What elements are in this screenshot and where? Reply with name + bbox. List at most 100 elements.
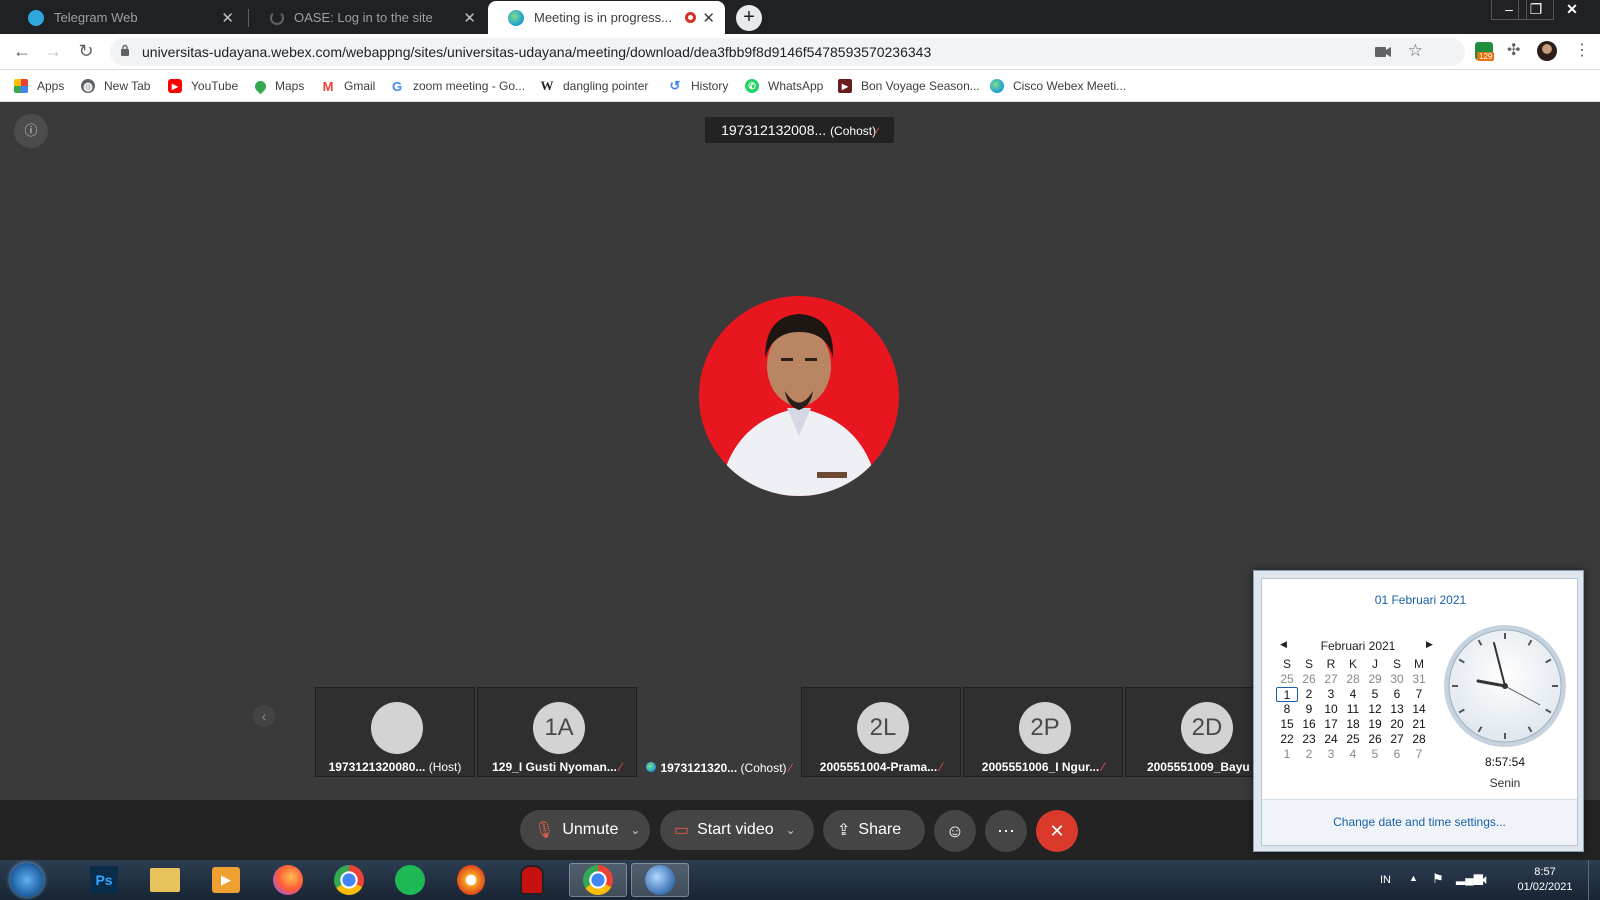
bookmark-whatsapp[interactable]: ✆ WhatsApp — [745, 70, 823, 102]
bookmark-cisco-webex[interactable]: Cisco Webex Meeti... — [990, 70, 1126, 102]
next-month-icon[interactable]: ▶ — [1426, 639, 1433, 650]
tab-telegram[interactable]: Telegram Web ✕ — [8, 1, 244, 34]
close-icon[interactable]: ✕ — [463, 9, 476, 27]
bookmark-bon-voyage[interactable]: ▶ Bon Voyage Season... — [838, 70, 980, 102]
bookmark-zoom-meeting[interactable]: Gzoom meeting - Go... — [390, 70, 525, 102]
share-button[interactable]: ⇪ Share — [823, 810, 925, 850]
among-us-icon[interactable] — [505, 863, 559, 897]
profile-avatar[interactable] — [1537, 41, 1557, 61]
participant-tile[interactable]: 1973121320... (Cohost) ⁄ — [639, 687, 799, 777]
forward-button[interactable]: → — [42, 41, 64, 62]
volume-icon[interactable]: 🔈︎ — [1482, 871, 1490, 900]
speaker-role: (Cohost) — [830, 124, 877, 138]
reactions-button[interactable]: ☺ — [934, 810, 976, 852]
gmail-icon: M — [322, 78, 334, 94]
bookmark-star-icon[interactable]: ☆ — [1408, 41, 1423, 61]
wikipedia-icon: W — [540, 78, 554, 93]
windows-start-icon[interactable] — [0, 863, 54, 897]
month-label[interactable]: Februari 2021 — [1278, 639, 1438, 653]
recording-icon — [685, 12, 697, 23]
address-bar[interactable]: universitas-udayana.webex.com/webappng/s… — [110, 38, 1465, 66]
clock-day: Senin — [1489, 776, 1521, 790]
bookmark-maps[interactable]: Maps — [252, 70, 305, 102]
share-icon: ⇪ — [837, 822, 851, 839]
spotify-icon[interactable] — [383, 863, 437, 897]
bookmark-new-tab[interactable]: ◍ New Tab — [81, 70, 150, 102]
tab-oase[interactable]: OASE: Log in to the site ✕ — [250, 1, 486, 34]
show-desktop-button[interactable] — [1588, 860, 1600, 900]
bookmark-apps[interactable]: Apps — [14, 70, 64, 102]
new-tab-button[interactable]: + — [736, 5, 762, 31]
muted-mic-icon: ⁄ — [1102, 760, 1105, 774]
chevron-down-icon[interactable]: ⌄ — [630, 823, 640, 837]
participant-name: 2005551006_I Ngur... ⁄ — [981, 760, 1105, 774]
taskbar-clock[interactable]: 8:57 01/02/2021 — [1510, 860, 1580, 900]
participant-tile[interactable]: 2P 2005551006_I Ngur... ⁄ — [963, 687, 1123, 777]
brave-icon[interactable] — [444, 863, 498, 897]
bookmark-dangling-pointer[interactable]: Wdangling pointer — [540, 70, 649, 102]
more-options-button[interactable]: ⋯ — [985, 810, 1027, 852]
calendar-week[interactable]: 1234567 — [1276, 747, 1441, 762]
active-speaker-avatar — [699, 296, 899, 496]
bookmark-label: YouTube — [191, 79, 239, 93]
unmute-button[interactable]: 🎙︎ Unmute ⌄ — [520, 810, 650, 850]
tab-separator — [248, 9, 249, 27]
file-explorer-icon[interactable] — [138, 863, 192, 897]
extension-icon[interactable]: 129 — [1475, 42, 1495, 61]
chrome-icon[interactable] — [569, 863, 627, 897]
bookmark-youtube[interactable]: ▶ YouTube — [168, 70, 238, 102]
close-icon[interactable]: ✕ — [221, 9, 234, 27]
bookmark-label: zoom meeting - Go... — [413, 79, 526, 93]
action-center-flag-icon[interactable]: ⚑ — [1432, 871, 1444, 900]
bookmark-label: Maps — [275, 79, 305, 93]
participant-tile[interactable]: 2L 2005551004-Prama... ⁄ — [801, 687, 961, 777]
leave-meeting-button[interactable]: ✕ — [1036, 810, 1078, 852]
clock-time: 8:57:54 — [1484, 755, 1526, 769]
participant-avatar: 2L — [857, 702, 909, 754]
participant-tile[interactable]: 1A 129_I Gusti Nyoman... ⁄ — [477, 687, 637, 777]
speaker-photo — [699, 296, 899, 496]
long-date-link[interactable]: 01 Februari 2021 — [1262, 593, 1579, 607]
bookmark-label: Bon Voyage Season... — [861, 79, 980, 93]
show-hidden-icons[interactable]: ▲ — [1409, 873, 1418, 900]
network-signal-icon[interactable]: ▂▄▆ — [1456, 871, 1483, 900]
webex-icon — [508, 9, 524, 26]
reload-button[interactable]: ↻ — [75, 41, 97, 62]
chrome-icon[interactable] — [322, 863, 376, 897]
change-date-time-settings-link[interactable]: Change date and time settings... — [1262, 815, 1577, 829]
firefox-icon[interactable] — [261, 863, 315, 897]
calendar-week[interactable]: 8 9 10 11 12 13 14 — [1276, 702, 1441, 717]
bookmark-history[interactable]: ↺ History — [668, 70, 729, 102]
windows-taskbar: Ps ▶ IN ▲ ⚑ ▂▄▆ 🔈︎ 8:57 01/02/2021 — [0, 860, 1600, 900]
media-player-icon[interactable]: ▶ — [199, 863, 253, 897]
calendar-week[interactable]: 15 16 17 18 19 20 21 — [1276, 717, 1441, 732]
analog-clock — [1442, 623, 1568, 749]
participant-tile[interactable]: 1973121320080... (Host) — [315, 687, 475, 777]
webex-icon[interactable] — [631, 863, 689, 897]
calendar-week[interactable]: 25 26 27 28 29 30 31 — [1276, 672, 1441, 687]
language-indicator[interactable]: IN — [1380, 874, 1391, 900]
photoshop-icon[interactable]: Ps — [77, 863, 131, 897]
bookmark-gmail[interactable]: M Gmail — [321, 70, 376, 102]
chevron-down-icon[interactable]: ⌄ — [786, 823, 796, 837]
taskbar-time: 8:57 — [1534, 866, 1556, 878]
lock-icon — [121, 44, 129, 56]
calendar-week[interactable]: 22 23 24 25 26 27 28 — [1276, 732, 1441, 747]
url-text: universitas-udayana.webex.com/webappng/s… — [142, 44, 932, 60]
start-video-button[interactable]: ▭ Start video ⌄ — [660, 810, 814, 850]
close-window-button[interactable]: ✕ — [1547, 0, 1597, 20]
participant-avatar — [371, 702, 423, 754]
info-icon[interactable]: ⓘ — [14, 114, 48, 148]
puzzle-extensions-icon[interactable]: ✣ — [1507, 40, 1525, 59]
calendar-week[interactable]: 1234567 — [1276, 687, 1441, 702]
close-icon[interactable]: ✕ — [702, 9, 715, 27]
camera-icon[interactable] — [1375, 46, 1391, 58]
apps-grid-icon — [14, 79, 28, 93]
chevron-left-icon[interactable]: ‹ — [253, 705, 275, 727]
date-time-panel: 01 Februari 2021 ◀ Februari 2021 ▶ SSRKJ… — [1261, 578, 1578, 846]
browser-menu-icon[interactable]: ⋮ — [1574, 40, 1592, 59]
back-button[interactable]: ← — [11, 41, 33, 62]
participant-avatar: 2P — [1019, 702, 1071, 754]
tab-webex-meeting[interactable]: Meeting is in progress... ✕ — [488, 1, 725, 34]
webex-icon — [990, 79, 1004, 93]
